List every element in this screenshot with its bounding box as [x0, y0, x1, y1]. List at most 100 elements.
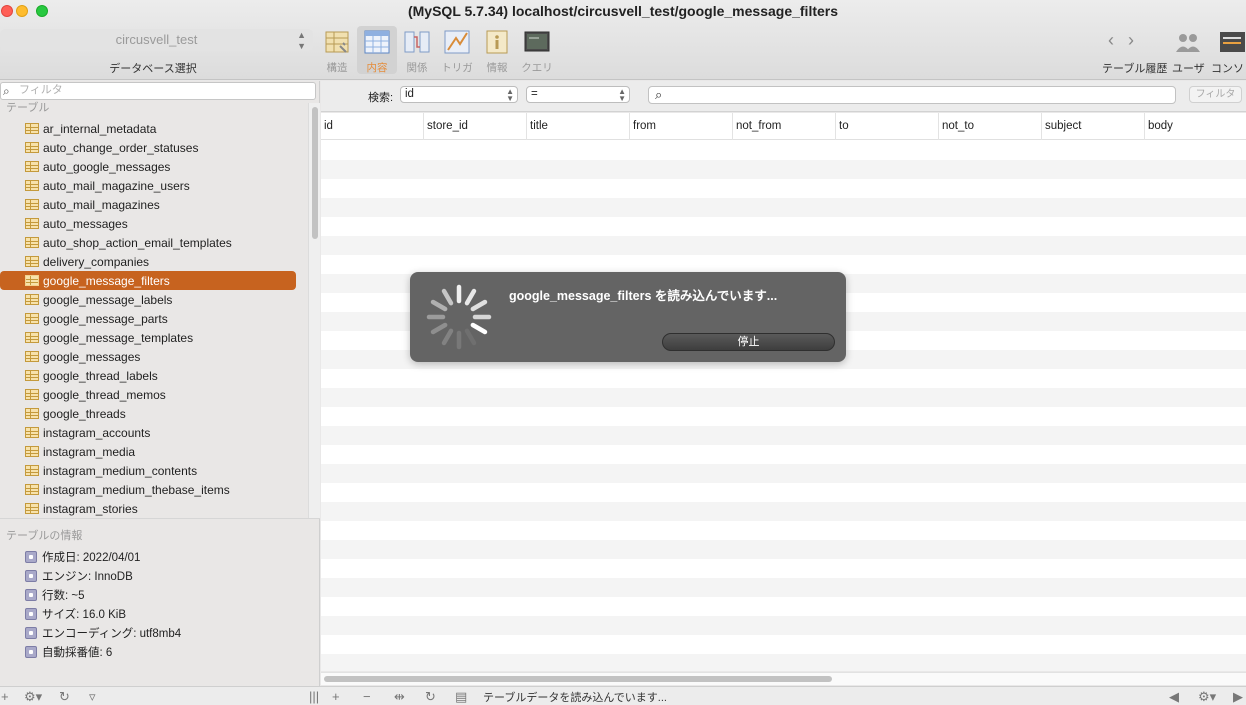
- table-icon: [25, 370, 39, 381]
- table-name: google_thread_labels: [43, 368, 158, 383]
- info-text: 自動採番値: 6: [42, 647, 113, 659]
- grid-horizontal-scrollbar-thumb[interactable]: [324, 676, 832, 682]
- table-icon: [25, 180, 39, 191]
- table-list-item[interactable]: google_message_parts: [0, 309, 296, 328]
- table-name: instagram_stories: [43, 501, 138, 516]
- pagination-settings-icon[interactable]: ⚙▾: [1198, 688, 1216, 705]
- table-icon: [25, 408, 39, 419]
- toolbar-triggers-button[interactable]: トリガ: [437, 26, 477, 74]
- table-list-item[interactable]: auto_mail_magazines: [0, 195, 296, 214]
- column-header[interactable]: body: [1145, 113, 1246, 140]
- column-header[interactable]: not_from: [733, 113, 836, 140]
- column-header[interactable]: to: [836, 113, 939, 140]
- table-list-item[interactable]: google_thread_labels: [0, 366, 296, 385]
- table-icon: [25, 313, 39, 324]
- table-name: instagram_accounts: [43, 425, 151, 440]
- sidebar-scrollbar-thumb[interactable]: [312, 107, 318, 239]
- forward-chevron-icon[interactable]: ›: [1128, 30, 1148, 50]
- table-list-item[interactable]: instagram_medium_thebase_items: [0, 480, 296, 499]
- duplicate-row-icon[interactable]: ⇹: [394, 688, 405, 705]
- toolbar-button-label: トリガ: [441, 62, 473, 74]
- reload-data-icon[interactable]: ↻: [425, 688, 436, 705]
- toolbar-button-label: クエリ: [521, 62, 553, 74]
- property-icon: [25, 646, 37, 658]
- column-header[interactable]: subject: [1042, 113, 1145, 140]
- toolbar-query-button[interactable]: クエリ: [517, 26, 557, 74]
- table-list-item[interactable]: google_message_labels: [0, 290, 296, 309]
- table-list-item[interactable]: google_message_templates: [0, 328, 296, 347]
- loading-dialog: google_message_filters を読み込んでいます... 停止: [410, 272, 846, 362]
- table-name: google_message_templates: [43, 330, 194, 345]
- search-value-field[interactable]: ⌕: [648, 86, 1176, 104]
- info-item: 自動採番値: 6: [25, 644, 112, 660]
- table-list-item[interactable]: delivery_companies: [0, 252, 296, 271]
- table-list-item[interactable]: auto_mail_magazine_users: [0, 176, 296, 195]
- back-chevron-icon[interactable]: ‹: [1108, 30, 1128, 50]
- toolbar-button-label: 構造: [326, 62, 348, 74]
- table-list-item[interactable]: instagram_media: [0, 442, 296, 461]
- table-filter-input[interactable]: [19, 84, 299, 96]
- content-icon: [364, 30, 390, 54]
- toggle-info-icon[interactable]: ▿: [89, 688, 96, 705]
- search-field-select[interactable]: id ▲ ▼: [400, 86, 518, 103]
- table-icon: [25, 237, 39, 248]
- toolbar-info-button[interactable]: 情報: [477, 26, 517, 74]
- column-header[interactable]: from: [630, 113, 733, 140]
- updown-chevron-icon: ▲ ▼: [506, 87, 514, 103]
- toolbar-structure-button[interactable]: 構造: [317, 26, 357, 74]
- toolbar-content-button[interactable]: 内容: [357, 26, 397, 74]
- database-select[interactable]: circusvell_test ▲ ▼: [0, 29, 313, 51]
- table-history-label[interactable]: テーブル履歴: [1102, 60, 1167, 76]
- table-list-item[interactable]: google_threads: [0, 404, 296, 423]
- table-list-item[interactable]: auto_google_messages: [0, 157, 296, 176]
- column-header[interactable]: not_to: [939, 113, 1042, 140]
- database-select-label: データベース選択: [109, 63, 197, 75]
- add-row-icon[interactable]: +: [332, 688, 340, 705]
- table-list-item-selected[interactable]: google_message_filters: [0, 271, 296, 290]
- toolbar-relations-button[interactable]: 関係: [397, 26, 437, 74]
- table-list-item[interactable]: instagram_stories: [0, 499, 296, 517]
- table-icon: [25, 199, 39, 210]
- table-list-item[interactable]: google_thread_memos: [0, 385, 296, 404]
- refresh-icon[interactable]: ↻: [59, 688, 70, 705]
- relations-icon: [404, 31, 430, 53]
- table-list-item[interactable]: auto_messages: [0, 214, 296, 233]
- grid-rows[interactable]: [321, 141, 1246, 671]
- table-list-item[interactable]: instagram_medium_contents: [0, 461, 296, 480]
- column-header[interactable]: title: [527, 113, 630, 140]
- sidebar-scrollbar[interactable]: [308, 103, 320, 518]
- table-list-item[interactable]: google_messages: [0, 347, 296, 366]
- stop-button[interactable]: 停止: [662, 333, 835, 351]
- table-icon: [25, 275, 39, 286]
- filter-button[interactable]: フィルタ: [1189, 86, 1242, 103]
- toolbar-button-label: 情報: [486, 62, 508, 74]
- search-bar: 検索: id ▲ ▼ = ▲ ▼ ⌕ フィルタ: [321, 81, 1246, 112]
- sidebar: ⌕ テーブル ar_internal_metadata auto_change_…: [0, 81, 320, 686]
- gear-menu-icon[interactable]: ⚙▾: [24, 688, 42, 705]
- loading-message: google_message_filters を読み込んでいます...: [509, 289, 778, 303]
- previous-page-icon[interactable]: ◀: [1169, 688, 1179, 705]
- tables-heading: テーブル: [6, 102, 50, 114]
- add-table-icon[interactable]: +: [1, 688, 9, 705]
- table-filter-field[interactable]: ⌕: [0, 82, 316, 100]
- search-field-value: id: [405, 88, 414, 100]
- table-list-item[interactable]: ar_internal_metadata: [0, 119, 296, 138]
- table-name: auto_messages: [43, 216, 128, 231]
- grid-horizontal-scrollbar[interactable]: [321, 672, 1246, 685]
- search-operator-select[interactable]: = ▲ ▼: [526, 86, 630, 103]
- column-header[interactable]: id: [321, 113, 424, 140]
- table-list-item[interactable]: auto_shop_action_email_templates: [0, 233, 296, 252]
- column-header[interactable]: store_id: [424, 113, 527, 140]
- split-handle-icon[interactable]: |||: [309, 688, 319, 705]
- info-text: 行数: ~5: [42, 590, 85, 602]
- next-page-icon[interactable]: ▶: [1233, 688, 1243, 705]
- remove-row-icon[interactable]: −: [363, 688, 371, 705]
- table-icon: [25, 351, 39, 362]
- activity-icon[interactable]: ▤: [455, 688, 467, 705]
- table-list-item[interactable]: auto_change_order_statuses: [0, 138, 296, 157]
- table-name: auto_google_messages: [43, 159, 171, 174]
- table-icon: [25, 503, 39, 514]
- table-list-item[interactable]: instagram_accounts: [0, 423, 296, 442]
- database-select-value: circusvell_test: [115, 32, 198, 47]
- table-icon: [25, 218, 39, 229]
